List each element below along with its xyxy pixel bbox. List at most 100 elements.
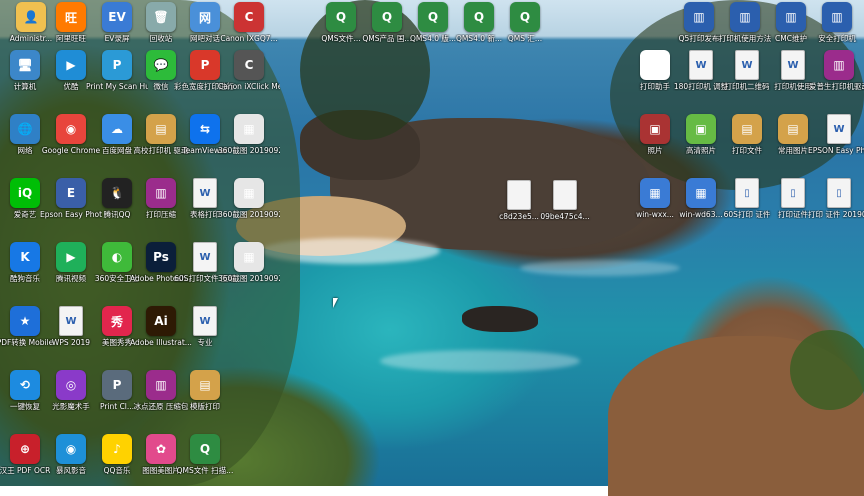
desktop-icon[interactable]: ▦ 360截图 20190923... bbox=[218, 114, 280, 155]
app-icon: ✿ bbox=[146, 434, 176, 464]
app-icon: ▯ bbox=[781, 178, 805, 208]
app-icon: ⟲ bbox=[10, 370, 40, 400]
desktop-icon[interactable]: W 专业 bbox=[174, 306, 236, 347]
desktop-icon[interactable]: C Canon iXClick Menu bbox=[218, 50, 280, 91]
desktop-icon-label: 打印 证件 20190... bbox=[808, 210, 864, 219]
app-icon: Q bbox=[418, 2, 448, 32]
app-icon: Q bbox=[326, 2, 356, 32]
tree-foliage bbox=[790, 330, 864, 410]
mouse-cursor-icon bbox=[333, 298, 338, 308]
app-icon: Q bbox=[464, 2, 494, 32]
app-icon: P bbox=[102, 50, 132, 80]
app-icon: ▣ bbox=[640, 114, 670, 144]
app-icon: iQ bbox=[10, 178, 40, 208]
sea-rock bbox=[462, 306, 538, 332]
app-icon: C bbox=[234, 2, 264, 32]
app-icon: Q bbox=[510, 2, 540, 32]
app-icon: W bbox=[781, 50, 805, 80]
app-icon: 🌐 bbox=[10, 114, 40, 144]
app-icon: ◎ bbox=[56, 370, 86, 400]
app-icon: 秀 bbox=[102, 306, 132, 336]
desktop-icon[interactable]: ▦ 360截图 20190923... bbox=[218, 178, 280, 219]
app-icon: W bbox=[735, 50, 759, 80]
app-icon: ▦ bbox=[234, 242, 264, 272]
desktop-icon[interactable]: ▯ 打印 证件 20190... bbox=[808, 178, 864, 219]
desktop-icon[interactable]: Q QMS 汇... bbox=[494, 2, 556, 43]
app-icon: ♪ bbox=[102, 434, 132, 464]
app-icon: ◉ bbox=[56, 114, 86, 144]
app-icon bbox=[553, 180, 577, 210]
desktop-icon[interactable]: W EPSON Easy Photo Print bbox=[808, 114, 864, 155]
desktop-icon-label: QMS文件 扫描... bbox=[176, 466, 234, 475]
app-icon: ▦ bbox=[234, 178, 264, 208]
app-icon: Ps bbox=[146, 242, 176, 272]
desktop-icon-label: QMS 汇... bbox=[507, 34, 543, 43]
app-icon: ▦ bbox=[640, 178, 670, 208]
wave-foam bbox=[380, 350, 580, 372]
desktop-icon-label: 09be475c4... bbox=[540, 212, 590, 221]
desktop-icon[interactable]: ▥ 安全打印机 bbox=[806, 2, 864, 43]
desktop-icon[interactable]: ▥ 爱普生打印机驱动 bbox=[808, 50, 864, 91]
app-icon: W bbox=[193, 306, 217, 336]
desktop-icon-label: 爱普生打印机驱动 bbox=[809, 82, 864, 91]
app-icon: P bbox=[102, 370, 132, 400]
app-icon: 旺 bbox=[56, 2, 86, 32]
app-icon: ⇆ bbox=[190, 114, 220, 144]
desktop-icon-label: 模版打印 bbox=[190, 402, 220, 411]
wave-foam bbox=[520, 260, 680, 276]
app-icon: ▶ bbox=[56, 50, 86, 80]
app-icon: Q bbox=[190, 434, 220, 464]
app-icon: ▦ bbox=[234, 114, 264, 144]
app-icon: ▤ bbox=[190, 370, 220, 400]
desktop-icon-label: 360截图 20190923... bbox=[218, 146, 280, 155]
app-icon: ▶ bbox=[56, 242, 86, 272]
app-icon: Ai bbox=[146, 306, 176, 336]
app-icon: ▯ bbox=[735, 178, 759, 208]
app-icon: Q bbox=[372, 2, 402, 32]
app-icon: 网 bbox=[190, 2, 220, 32]
app-icon: W bbox=[827, 114, 851, 144]
app-icon: EV bbox=[102, 2, 132, 32]
app-icon: 💬 bbox=[146, 50, 176, 80]
app-icon: ● bbox=[640, 50, 670, 80]
desktop-icon-label: 安全打印机 bbox=[818, 34, 856, 43]
desktop-icon-label: EPSON Easy Photo Print bbox=[808, 146, 864, 155]
app-icon: ▥ bbox=[822, 2, 852, 32]
app-icon: W bbox=[689, 50, 713, 80]
desktop-icon-label: Canon iXClick Menu bbox=[218, 82, 280, 91]
app-icon: ▤ bbox=[146, 114, 176, 144]
app-icon: ▥ bbox=[146, 178, 176, 208]
desktop-icon[interactable]: 09be475c4... bbox=[534, 180, 596, 221]
app-icon: ⊕ bbox=[10, 434, 40, 464]
app-icon: 🗑 bbox=[146, 2, 176, 32]
desktop-icon[interactable]: ▤ 模版打印 bbox=[174, 370, 236, 411]
app-icon: 🖥 bbox=[10, 50, 40, 80]
app-icon: E bbox=[56, 178, 86, 208]
desktop-icon[interactable]: ▦ 360截图 20190923... bbox=[218, 242, 280, 283]
app-icon: ▤ bbox=[732, 114, 762, 144]
app-icon: ▥ bbox=[146, 370, 176, 400]
app-icon: 🐧 bbox=[102, 178, 132, 208]
app-icon: C bbox=[234, 50, 264, 80]
desktop-icon-label: 360截图 20190923... bbox=[218, 274, 280, 283]
app-icon: P bbox=[190, 50, 220, 80]
app-icon: K bbox=[10, 242, 40, 272]
app-icon: ▥ bbox=[824, 50, 854, 80]
app-icon: ◉ bbox=[56, 434, 86, 464]
app-icon: W bbox=[193, 242, 217, 272]
app-icon: ▥ bbox=[730, 2, 760, 32]
desktop-icon[interactable]: Q QMS文件 扫描... bbox=[174, 434, 236, 475]
app-icon: ▯ bbox=[827, 178, 851, 208]
app-icon: ☁ bbox=[102, 114, 132, 144]
app-icon: ▦ bbox=[686, 178, 716, 208]
app-icon: W bbox=[59, 306, 83, 336]
app-icon: ◐ bbox=[102, 242, 132, 272]
app-icon: ▤ bbox=[778, 114, 808, 144]
app-icon: ▥ bbox=[776, 2, 806, 32]
app-icon: ▥ bbox=[684, 2, 714, 32]
desktop-icon[interactable]: C Canon IXGQ7... bbox=[218, 2, 280, 43]
app-icon: ★ bbox=[10, 306, 40, 336]
app-icon bbox=[507, 180, 531, 210]
app-icon: W bbox=[193, 178, 217, 208]
desktop-icon-label: 专业 bbox=[197, 338, 213, 347]
